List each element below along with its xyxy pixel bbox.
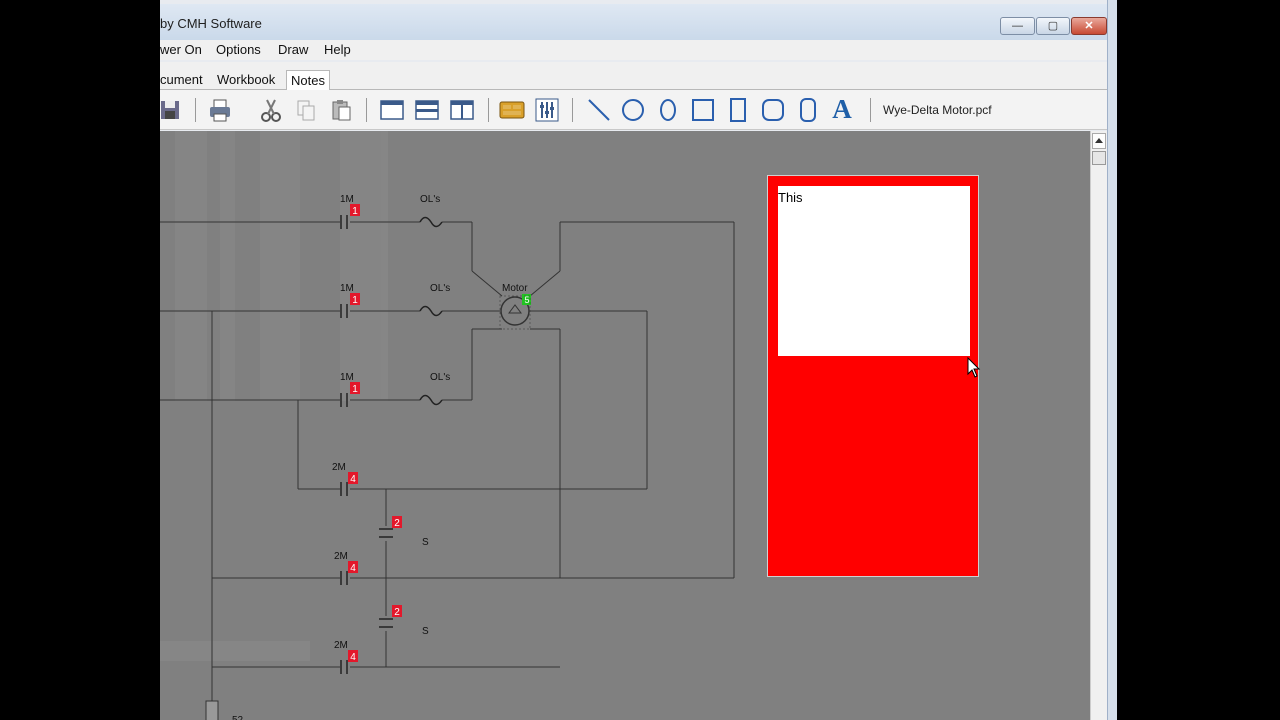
svg-text:Motor: Motor <box>502 283 528 294</box>
svg-text:1: 1 <box>352 295 358 306</box>
tab-document[interactable]: cument <box>160 70 207 90</box>
component-library-icon[interactable] <box>498 96 526 124</box>
vertical-scrollbar[interactable] <box>1090 131 1107 720</box>
wires <box>160 221 735 711</box>
window-title: by CMH Software <box>160 16 262 31</box>
svg-text:2M: 2M <box>332 462 346 473</box>
tab-workbook[interactable]: Workbook <box>213 70 279 90</box>
note-frame[interactable]: This <box>767 175 979 577</box>
circle-tool-icon[interactable] <box>619 96 647 124</box>
svg-text:S: S <box>422 537 429 548</box>
mouse-pointer-icon <box>967 357 981 378</box>
minimize-icon: — <box>1012 20 1023 32</box>
maximize-button[interactable]: ▢ <box>1036 17 1070 35</box>
close-button[interactable]: ✕ <box>1071 17 1107 35</box>
svg-text:4: 4 <box>350 474 356 485</box>
svg-text:OL's: OL's <box>420 194 440 205</box>
tab-bar: cument Workbook Notes <box>160 62 1117 91</box>
svg-text:1: 1 <box>352 384 358 395</box>
layout-columns-icon[interactable] <box>448 96 476 124</box>
settings-sliders-icon[interactable] <box>533 96 561 124</box>
cut-icon[interactable] <box>257 96 285 124</box>
toolbar-separator <box>366 98 367 122</box>
layout-single-icon[interactable] <box>378 96 406 124</box>
maximize-icon: ▢ <box>1047 20 1059 32</box>
svg-text:1M: 1M <box>340 194 354 205</box>
toolbar-separator <box>572 98 573 122</box>
svg-text:2M: 2M <box>334 640 348 651</box>
toolbar-separator <box>195 98 196 122</box>
layout-rows-icon[interactable] <box>413 96 441 124</box>
tab-notes[interactable]: Notes <box>286 70 330 91</box>
paste-icon[interactable] <box>327 96 355 124</box>
toolbar-separator <box>488 98 489 122</box>
rounded-rectangle-tool-icon[interactable] <box>794 96 822 124</box>
scroll-up-button[interactable] <box>1092 133 1106 149</box>
text-tool-icon[interactable]: A <box>828 94 856 124</box>
svg-text:2M: 2M <box>334 551 348 562</box>
app-window: by CMH Software — ▢ ✕ wer On Options Dra… <box>160 0 1117 720</box>
svg-text:1: 1 <box>352 206 358 217</box>
file-name-label: Wye-Delta Motor.pcf <box>883 103 992 117</box>
print-icon[interactable] <box>206 96 234 124</box>
svg-text:1M: 1M <box>340 283 354 294</box>
minimize-button[interactable]: — <box>1000 17 1035 35</box>
toolbar: A Wye-Delta Motor.pcf <box>160 90 1117 130</box>
toolbar-separator <box>870 98 871 122</box>
scroll-up-arrow-icon <box>1095 138 1103 143</box>
svg-text:4: 4 <box>350 652 356 663</box>
drawing-canvas[interactable]: 1 1 1 4 2 4 2 4 5 1M 1M 1M 2M 2M 2M OL's… <box>160 131 1090 720</box>
scroll-thumb[interactable] <box>1092 151 1106 165</box>
line-tool-icon[interactable] <box>585 96 613 124</box>
svg-text:4: 4 <box>350 563 356 574</box>
save-icon[interactable] <box>160 96 184 124</box>
menu-options[interactable]: Options <box>216 42 261 57</box>
square-tool-icon[interactable] <box>689 96 717 124</box>
fuse-symbol <box>205 700 219 720</box>
menu-bar: wer On Options Draw Help <box>160 40 1117 60</box>
ellipse-tool-icon[interactable] <box>654 96 682 124</box>
title-bar: by CMH Software — ▢ ✕ <box>160 4 1117 40</box>
menu-draw[interactable]: Draw <box>278 42 308 57</box>
svg-text:2: 2 <box>394 607 400 618</box>
note-text-input[interactable]: This <box>778 186 970 356</box>
rectangle-tool-icon[interactable] <box>724 96 752 124</box>
menu-power-on[interactable]: wer On <box>160 42 202 57</box>
svg-text:2: 2 <box>394 518 400 529</box>
svg-text:52: 52 <box>232 715 244 720</box>
svg-text:1M: 1M <box>340 372 354 383</box>
rounded-square-tool-icon[interactable] <box>759 96 787 124</box>
close-icon: ✕ <box>1084 20 1094 32</box>
menu-help[interactable]: Help <box>324 42 351 57</box>
svg-text:S: S <box>422 626 429 637</box>
window-border <box>1107 0 1117 720</box>
svg-text:OL's: OL's <box>430 372 450 383</box>
svg-text:OL's: OL's <box>430 283 450 294</box>
copy-icon[interactable] <box>292 96 320 124</box>
